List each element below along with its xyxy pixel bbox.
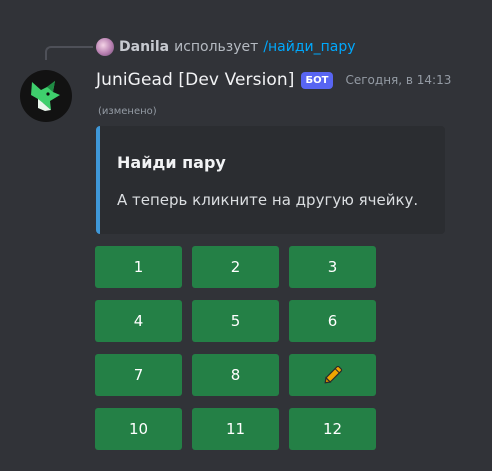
edited-label: (изменено) — [98, 106, 157, 117]
cell-button-4[interactable]: 4 — [95, 300, 182, 342]
cell-button-3[interactable]: 3 — [289, 246, 376, 288]
cell-button-8[interactable]: 8 — [192, 354, 279, 396]
cell-button-7[interactable]: 7 — [95, 354, 182, 396]
reply-reference[interactable]: Danila использует /найди_пару — [96, 36, 356, 58]
bot-tag-badge: БОТ — [300, 71, 334, 89]
message-header: JuniGead [Dev Version] БОТ Сегодня, в 14… — [96, 68, 451, 92]
cell-button-10[interactable]: 10 — [95, 408, 182, 450]
reply-connector — [45, 46, 93, 60]
cell-button-6[interactable]: 6 — [289, 300, 376, 342]
reply-username[interactable]: Danila — [119, 39, 169, 55]
cell-button-12[interactable]: 12 — [289, 408, 376, 450]
slash-command-link[interactable]: /найди_пару — [263, 39, 355, 55]
message-timestamp[interactable]: Сегодня, в 14:13 — [345, 73, 451, 87]
cell-button-11[interactable]: 11 — [192, 408, 279, 450]
pair-grid: 1 2 3 4 5 6 7 8 10 11 12 — [95, 246, 376, 450]
crayon-icon — [324, 365, 342, 384]
cell-button-2[interactable]: 2 — [192, 246, 279, 288]
fox-logo-icon — [31, 81, 60, 111]
embed-description: А теперь кликните на другую ячейку. — [117, 191, 419, 209]
cell-button-1[interactable]: 1 — [95, 246, 182, 288]
bot-avatar[interactable] — [20, 70, 72, 122]
bot-username[interactable]: JuniGead [Dev Version] — [96, 70, 295, 90]
cell-button-9-revealed[interactable] — [289, 354, 376, 396]
embed-title: Найди пару — [117, 153, 226, 172]
cell-button-5[interactable]: 5 — [192, 300, 279, 342]
embed: Найди пару А теперь кликните на другую я… — [96, 126, 445, 234]
reply-action-text: использует — [174, 39, 259, 55]
reply-user-avatar[interactable] — [96, 38, 114, 56]
